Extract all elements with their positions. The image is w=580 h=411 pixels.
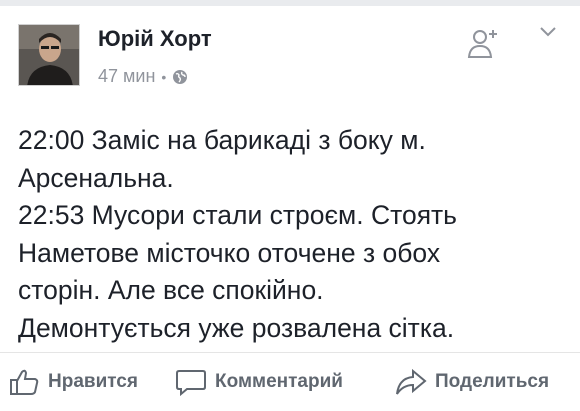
post-meta: 47 мин • xyxy=(98,66,188,87)
share-arrow-icon xyxy=(396,368,427,395)
avatar[interactable] xyxy=(18,24,80,86)
chevron-down-icon xyxy=(540,27,556,37)
post-line: 22:00 Заміс на барикаді з боку м. xyxy=(18,125,426,155)
action-bar: Нравится Комментарий Поделиться xyxy=(0,362,580,402)
post-line: Наметове місточко оточене з обох xyxy=(18,237,441,268)
post-line: 22:53 Мусори стали строєм. Стоять xyxy=(18,200,457,231)
comment-button[interactable]: Комментарий xyxy=(175,362,343,402)
avatar-photo xyxy=(19,25,79,85)
top-strip xyxy=(0,0,580,6)
share-label: Поделиться xyxy=(435,371,550,392)
like-label: Нравится xyxy=(48,371,138,392)
divider xyxy=(0,352,580,353)
thumbs-up-icon xyxy=(10,369,39,395)
post-line: Демонтується уже розвалена сітка. xyxy=(18,312,455,343)
add-friend-button[interactable] xyxy=(466,24,502,60)
comment-bubble-icon xyxy=(176,370,206,396)
post-header: Юрій Хорт 47 мин • xyxy=(18,24,568,94)
comment-label: Комментарий xyxy=(215,371,343,392)
meta-separator: • xyxy=(161,68,167,85)
share-button[interactable]: Поделиться xyxy=(395,362,549,402)
author-name[interactable]: Юрій Хорт xyxy=(98,26,212,52)
globe-icon xyxy=(173,69,188,84)
post-line: сторін. Але все спокійно. xyxy=(18,275,324,306)
post-text: 22:00 Заміс на барикаді з боку м. Арсена… xyxy=(18,122,563,348)
post-time[interactable]: 47 мин xyxy=(98,66,155,87)
like-button[interactable]: Нравится xyxy=(10,362,138,402)
post-line: Арсенальна. xyxy=(18,162,174,193)
add-friend-icon xyxy=(467,30,497,58)
post-options-button[interactable] xyxy=(538,24,558,40)
